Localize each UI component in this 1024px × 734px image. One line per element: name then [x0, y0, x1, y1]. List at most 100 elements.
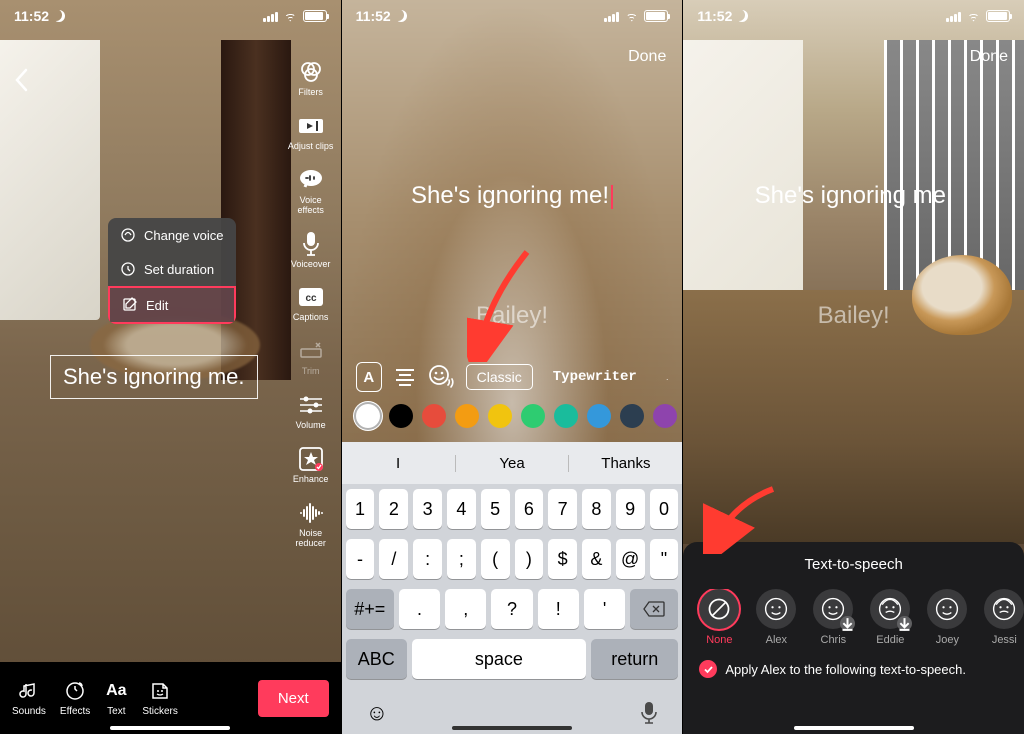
- editing-text[interactable]: She's ignoring me!: [411, 182, 613, 210]
- voice-option[interactable]: Alex: [754, 589, 798, 646]
- text-to-speech-button[interactable]: [428, 362, 456, 392]
- key[interactable]: $: [548, 539, 577, 579]
- key[interactable]: 5: [481, 489, 510, 529]
- voice-list: None Alex Chris Eddie Joey Jessi: [683, 589, 1024, 646]
- text-align-button[interactable]: [392, 362, 418, 392]
- bottom-stickers[interactable]: Stickers: [142, 679, 178, 717]
- tool-enhance[interactable]: Enhance: [287, 445, 335, 485]
- voice-option[interactable]: Joey: [925, 589, 969, 646]
- key[interactable]: @: [616, 539, 645, 579]
- voice-label: Jessi: [992, 634, 1017, 646]
- key-backspace[interactable]: [630, 589, 678, 629]
- font-typewriter[interactable]: Typewriter: [543, 365, 647, 389]
- font-classic[interactable]: Classic: [466, 364, 533, 390]
- key[interactable]: 0: [650, 489, 679, 529]
- key[interactable]: 1: [346, 489, 375, 529]
- annotation-arrow: [467, 242, 537, 362]
- color-swatch[interactable]: [455, 404, 479, 428]
- color-swatch[interactable]: [653, 404, 677, 428]
- key[interactable]: 3: [413, 489, 442, 529]
- key[interactable]: ?: [491, 589, 532, 629]
- dictation-button[interactable]: [640, 701, 658, 725]
- emoji-button[interactable]: ☺: [366, 700, 388, 726]
- key[interactable]: ': [584, 589, 625, 629]
- key[interactable]: -: [346, 539, 375, 579]
- editor-sidebar: Filters Adjust clips Voice effects Voice…: [287, 58, 335, 549]
- key[interactable]: ": [650, 539, 679, 579]
- home-indicator[interactable]: [794, 726, 914, 730]
- color-swatch[interactable]: [521, 404, 545, 428]
- key-abc[interactable]: ABC: [346, 639, 407, 679]
- battery-icon: [986, 10, 1010, 22]
- key[interactable]: 9: [616, 489, 645, 529]
- color-swatch[interactable]: [620, 404, 644, 428]
- key[interactable]: .: [399, 589, 440, 629]
- bottom-bar: Sounds Effects AaText Stickers Next: [0, 662, 341, 734]
- tool-noise-reducer[interactable]: Noise reducer: [287, 499, 335, 549]
- color-swatch[interactable]: [554, 404, 578, 428]
- voice-avatar-icon: [870, 589, 910, 629]
- bottom-effects[interactable]: Effects: [60, 679, 90, 717]
- suggestion[interactable]: Thanks: [569, 455, 682, 472]
- key[interactable]: :: [413, 539, 442, 579]
- voice-option[interactable]: None: [697, 589, 741, 646]
- key[interactable]: ,: [445, 589, 486, 629]
- key[interactable]: ;: [447, 539, 476, 579]
- tool-captions[interactable]: ccCaptions: [287, 283, 335, 323]
- checkbox-icon: [699, 660, 717, 678]
- key-return[interactable]: return: [591, 639, 678, 679]
- key[interactable]: !: [538, 589, 579, 629]
- key[interactable]: 8: [582, 489, 611, 529]
- voice-label: Alex: [766, 634, 787, 646]
- key-shift[interactable]: #+=: [346, 589, 394, 629]
- color-swatch[interactable]: [389, 404, 413, 428]
- menu-change-voice[interactable]: Change voice: [108, 218, 236, 252]
- home-indicator[interactable]: [452, 726, 572, 730]
- key[interactable]: &: [582, 539, 611, 579]
- menu-set-duration[interactable]: Set duration: [108, 252, 236, 286]
- next-button[interactable]: Next: [258, 680, 329, 717]
- suggestion[interactable]: Yea: [456, 455, 570, 472]
- tool-voice-effects[interactable]: Voice effects: [287, 166, 335, 216]
- color-swatch[interactable]: [356, 404, 380, 428]
- screen-text-edit: 11:52 Done She's ignoring me! Bailey! A …: [342, 0, 684, 734]
- voice-option[interactable]: Jessi: [982, 589, 1024, 646]
- download-icon: [897, 616, 912, 631]
- dnd-icon: [53, 10, 65, 22]
- bottom-text[interactable]: AaText: [104, 679, 128, 717]
- key[interactable]: 4: [447, 489, 476, 529]
- menu-edit[interactable]: Edit: [108, 286, 236, 324]
- tts-panel: Text-to-speech NoneAlexChrisEddieJoeyJes…: [683, 542, 1024, 734]
- color-swatch[interactable]: [488, 404, 512, 428]
- download-icon: [840, 616, 855, 631]
- screen-editor: 11:52 Filters Adjust clips Voice effects…: [0, 0, 342, 734]
- voice-option[interactable]: Eddie: [868, 589, 912, 646]
- key[interactable]: 6: [515, 489, 544, 529]
- back-button[interactable]: [14, 68, 28, 92]
- suggestion[interactable]: I: [342, 455, 456, 472]
- bottom-sounds[interactable]: Sounds: [12, 679, 46, 717]
- text-toolbar: A Classic Typewriter Han: [342, 362, 683, 392]
- done-button[interactable]: Done: [970, 48, 1008, 66]
- key[interactable]: 2: [379, 489, 408, 529]
- wifi-icon: [966, 11, 981, 22]
- tool-filters[interactable]: Filters: [287, 58, 335, 98]
- key[interactable]: (: [481, 539, 510, 579]
- apply-checkbox-row[interactable]: Apply Alex to the following text-to-spee…: [683, 646, 1024, 678]
- key[interactable]: 7: [548, 489, 577, 529]
- tool-adjust-clips[interactable]: Adjust clips: [287, 112, 335, 152]
- tool-volume[interactable]: Volume: [287, 391, 335, 431]
- home-indicator[interactable]: [110, 726, 230, 730]
- done-button[interactable]: Done: [628, 48, 666, 66]
- font-handwriting[interactable]: Han: [657, 365, 669, 389]
- status-bar: 11:52: [342, 0, 683, 32]
- color-swatch[interactable]: [587, 404, 611, 428]
- caption-text[interactable]: She's ignoring me.: [50, 355, 258, 399]
- color-swatch[interactable]: [422, 404, 446, 428]
- text-style-button[interactable]: A: [356, 362, 382, 392]
- tool-voiceover[interactable]: Voiceover: [287, 230, 335, 270]
- key[interactable]: ): [515, 539, 544, 579]
- voice-option[interactable]: Chris: [811, 589, 855, 646]
- key-space[interactable]: space: [412, 639, 586, 679]
- key[interactable]: /: [379, 539, 408, 579]
